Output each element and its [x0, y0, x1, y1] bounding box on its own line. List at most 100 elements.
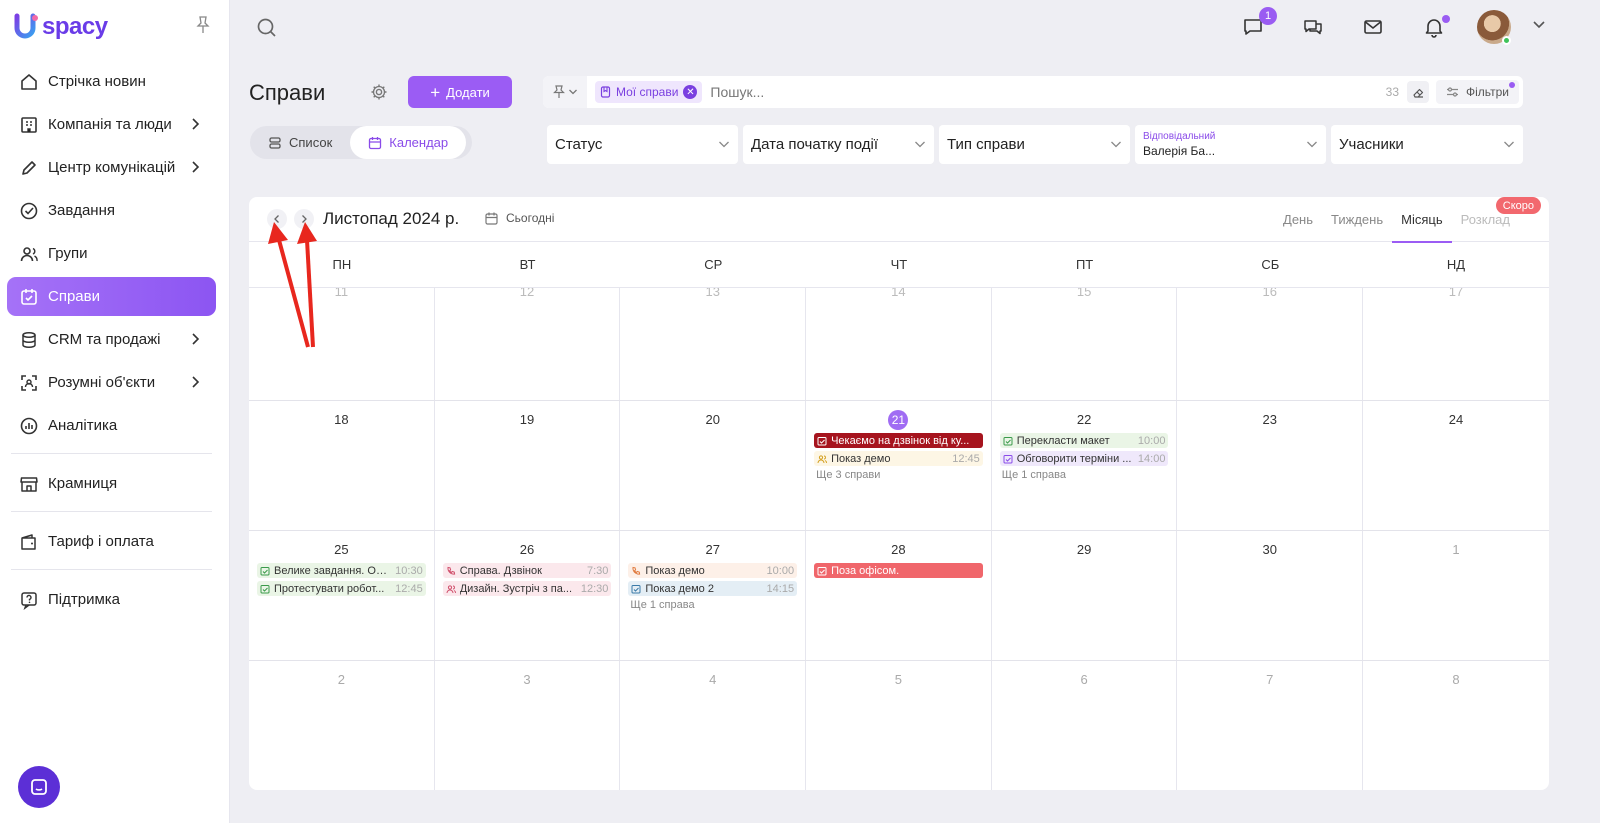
- filter-chip-my-deals[interactable]: Мої справи ✕: [595, 81, 703, 103]
- day-cell[interactable]: 15: [992, 288, 1178, 400]
- day-number-text: 20: [705, 412, 720, 427]
- day-cell[interactable]: 29: [992, 531, 1178, 660]
- more-events-link[interactable]: Ще 3 справи: [816, 469, 981, 481]
- day-cell[interactable]: 20: [620, 401, 807, 530]
- calendar-event[interactable]: Обговорити терміни ... 14:00: [999, 451, 1169, 466]
- sidebar-item-deals[interactable]: Справи: [7, 277, 216, 316]
- day-number: 17: [1363, 288, 1549, 302]
- day-cell[interactable]: 14: [806, 288, 992, 400]
- view-calendar-button[interactable]: Календар: [350, 126, 467, 159]
- calendar-event[interactable]: Справа. Дзвінок 7:30: [442, 563, 612, 578]
- sidebar-item-analytics[interactable]: Аналітика: [7, 406, 216, 445]
- day-cell[interactable]: 3: [435, 661, 621, 790]
- calendar-event[interactable]: Чекаємо на дзвінок від ку...: [814, 433, 983, 448]
- day-cell[interactable]: 30: [1177, 531, 1364, 660]
- day-cell[interactable]: 1: [1363, 531, 1549, 660]
- phone-icon: [446, 566, 456, 576]
- gear-icon[interactable]: [370, 83, 388, 101]
- calendar-event[interactable]: Поза офісом.: [814, 563, 983, 578]
- filters-button[interactable]: Фільтри: [1436, 80, 1519, 104]
- discussions-button[interactable]: [1300, 14, 1326, 40]
- bookmark-icon: [600, 86, 611, 98]
- day-cell[interactable]: 28 Поза офісом.: [806, 531, 992, 660]
- day-number: 18: [249, 410, 434, 430]
- pin-icon[interactable]: [196, 16, 210, 34]
- chevron-down-icon[interactable]: [1532, 20, 1546, 30]
- saved-filters-button[interactable]: [543, 76, 587, 108]
- day-number: 4: [620, 670, 805, 690]
- today-button[interactable]: Сьогодні: [485, 211, 554, 225]
- more-events-link[interactable]: Ще 1 справа: [630, 599, 795, 611]
- day-number: 12: [435, 288, 620, 302]
- filters-label: Фільтри: [1466, 85, 1509, 99]
- day-cell[interactable]: 8: [1363, 661, 1549, 790]
- day-number-text: 3: [523, 672, 531, 687]
- event-title: Протестувати робот...: [274, 582, 385, 595]
- sidebar-item-communications[interactable]: Центр комунікацій: [7, 148, 216, 187]
- sidebar-item-company[interactable]: Компанія та люди: [7, 105, 216, 144]
- brand-name: spacy: [42, 13, 108, 40]
- sidebar-item-billing[interactable]: Тариф і оплата: [7, 522, 216, 561]
- sidebar-item-news[interactable]: Стрічка новин: [7, 62, 216, 101]
- sidebar-item-tasks[interactable]: Завдання: [7, 191, 216, 230]
- day-cell[interactable]: 6: [992, 661, 1178, 790]
- calendar-event[interactable]: Велике завдання. Об... 10:30: [257, 563, 426, 578]
- day-cell[interactable]: 24: [1363, 401, 1549, 530]
- sidebar-item-support[interactable]: Підтримка: [7, 580, 216, 619]
- day-cell[interactable]: 18: [249, 401, 435, 530]
- day-cell[interactable]: 5: [806, 661, 992, 790]
- tab-day[interactable]: День: [1274, 197, 1322, 242]
- day-cell[interactable]: 17: [1363, 288, 1549, 400]
- sidebar-item-label: Компанія та люди: [48, 116, 172, 133]
- day-cell[interactable]: 25 Велике завдання. Об... 10:30 Протестуват…: [249, 531, 435, 660]
- calendar-event[interactable]: Дизайн. Зустріч з па... 12:30: [442, 581, 612, 596]
- edit-icon: [19, 158, 39, 178]
- sidebar-item-crm[interactable]: CRM та продажі: [7, 320, 216, 359]
- day-cell[interactable]: 16: [1177, 288, 1364, 400]
- clear-filters-button[interactable]: [1407, 81, 1430, 103]
- view-tabs: День Тиждень Місяць Розклад: [1274, 197, 1519, 243]
- day-number-text: 21: [888, 410, 909, 430]
- week-row: 2 3 4 5 6 7 8: [249, 661, 1549, 790]
- day-number: 5: [806, 670, 991, 690]
- deal-type-dropdown[interactable]: Тип справи: [939, 125, 1130, 164]
- sidebar-item-smart-objects[interactable]: Розумні об'єкти: [7, 363, 216, 402]
- view-list-button[interactable]: Список: [250, 126, 350, 159]
- day-cell[interactable]: 12: [435, 288, 621, 400]
- mail-button[interactable]: [1360, 14, 1386, 40]
- day-cell[interactable]: 23: [1177, 401, 1364, 530]
- task-icon: [631, 584, 641, 594]
- more-events-link[interactable]: Ще 1 справа: [1002, 469, 1167, 481]
- start-date-dropdown[interactable]: Дата початку події: [743, 125, 934, 164]
- calendar-event[interactable]: Показ демо 10:00: [628, 563, 798, 578]
- chat-widget-button[interactable]: [18, 766, 60, 808]
- responsible-dropdown[interactable]: Відповідальний Валерія Ба...: [1135, 125, 1326, 164]
- day-cell[interactable]: 21 Чекаємо на дзвінок від ку... Показ демо…: [806, 401, 992, 530]
- day-cell[interactable]: 27 Показ демо 10:00 Показ демо 2 14:15 Ще 1 с…: [620, 531, 807, 660]
- event-time: 12:45: [952, 452, 980, 465]
- sidebar-item-store[interactable]: Крамниця: [7, 464, 216, 503]
- day-cell[interactable]: 26 Справа. Дзвінок 7:30 Дизайн. Зустріч з п…: [435, 531, 621, 660]
- day-cell[interactable]: 13: [620, 288, 807, 400]
- day-cell[interactable]: 4: [620, 661, 807, 790]
- day-cell[interactable]: 2: [249, 661, 435, 790]
- calendar-event[interactable]: Перекласти макет 10:00: [999, 433, 1169, 448]
- day-cell[interactable]: 19: [435, 401, 621, 530]
- tab-month[interactable]: Місяць: [1392, 197, 1453, 243]
- add-button[interactable]: + Додати: [408, 76, 512, 108]
- remove-chip-icon[interactable]: ✕: [683, 85, 698, 99]
- search-input[interactable]: Пошук...: [710, 84, 1385, 100]
- calendar-event[interactable]: Протестувати робот... 12:45: [257, 581, 426, 596]
- calendar-event[interactable]: Показ демо 12:45: [814, 451, 983, 466]
- logo[interactable]: spacy: [14, 12, 108, 42]
- participants-dropdown[interactable]: Учасники: [1331, 125, 1523, 164]
- chevron-down-icon: [1307, 141, 1317, 148]
- search-icon[interactable]: [256, 17, 278, 39]
- sidebar-item-groups[interactable]: Групи: [7, 234, 216, 273]
- online-status-dot: [1502, 36, 1511, 45]
- day-cell[interactable]: 7: [1177, 661, 1364, 790]
- tab-week[interactable]: Тиждень: [1322, 197, 1392, 242]
- status-dropdown[interactable]: Статус: [547, 125, 738, 164]
- day-cell[interactable]: 22 Перекласти макет 10:00 Обговорити термін…: [992, 401, 1178, 530]
- calendar-event[interactable]: Показ демо 2 14:15: [628, 581, 798, 596]
